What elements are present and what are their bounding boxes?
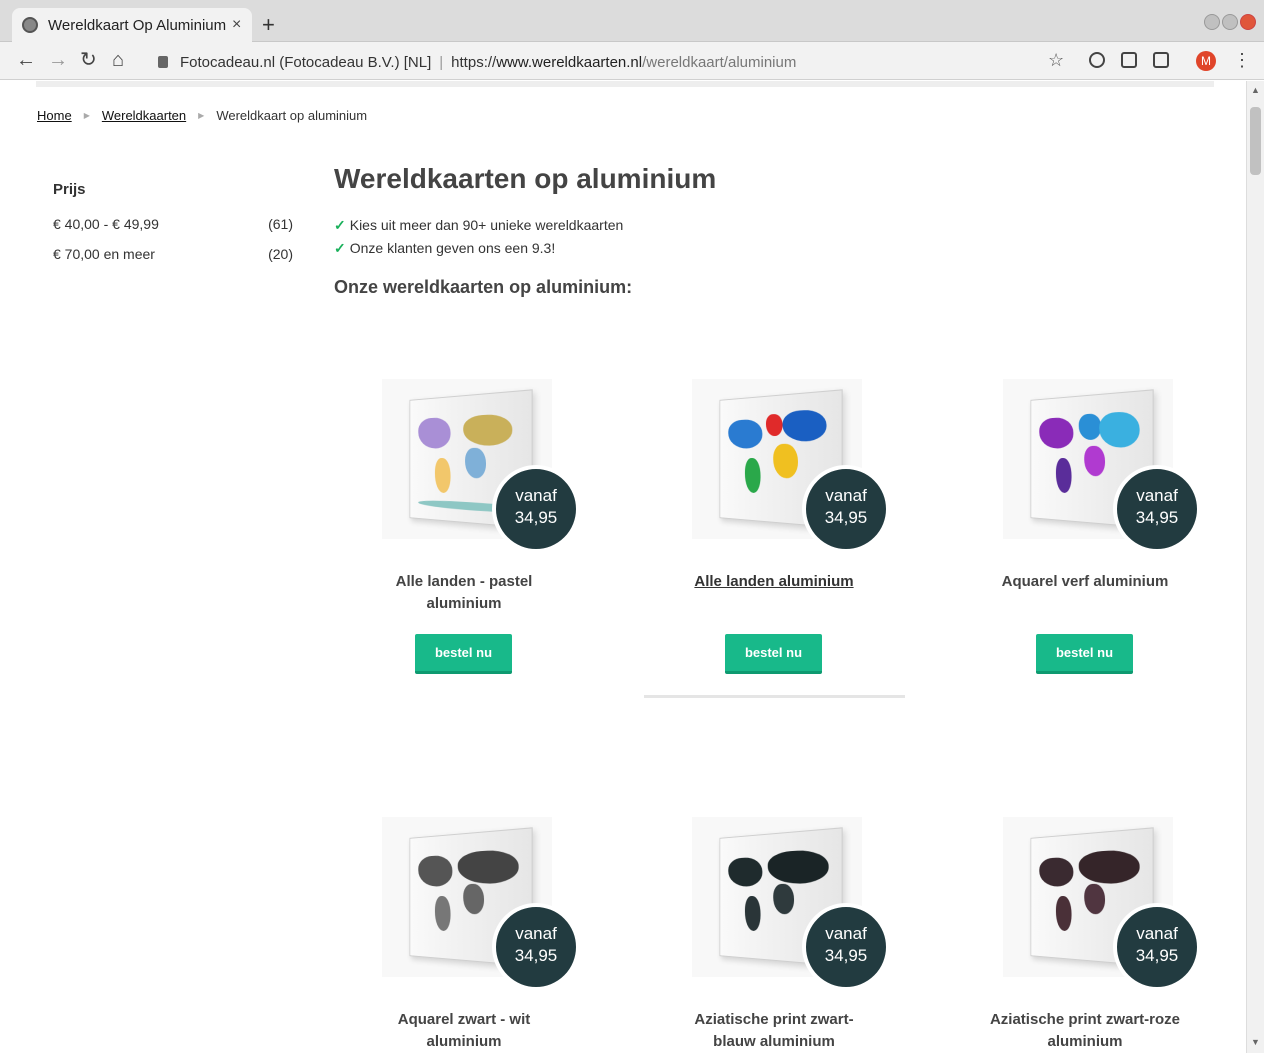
browser-tab[interactable]: Wereldkaart Op Aluminium × — [12, 8, 252, 42]
breadcrumb-home[interactable]: Home — [37, 108, 72, 123]
address-bar[interactable]: Fotocadeau.nl (Fotocadeau B.V.) [NL] | h… — [148, 48, 1078, 76]
home-button[interactable]: ⌂ — [112, 50, 124, 70]
price-from: vanaf — [1136, 924, 1178, 943]
usp-text: Onze klanten geven ons een 9.3! — [349, 240, 556, 256]
price-value: 34,95 — [1135, 508, 1179, 527]
breadcrumb-wereldkaarten[interactable]: Wereldkaarten — [102, 108, 186, 123]
filter-count: (61) — [268, 216, 293, 232]
price-value: 34,95 — [514, 508, 558, 527]
reload-button[interactable]: ↻ — [80, 50, 97, 70]
breadcrumb-arrow-icon: ▶ — [83, 111, 90, 120]
tab-title: Wereldkaart Op Aluminium — [48, 16, 226, 34]
price-from: vanaf — [825, 924, 867, 943]
usp-text: Kies uit meer dan 90+ unieke wereldkaart… — [349, 217, 624, 233]
tab-close-icon[interactable]: × — [232, 16, 241, 34]
order-button[interactable]: bestel nu — [1036, 634, 1133, 674]
price-badge: vanaf 34,95 — [1113, 465, 1201, 553]
window-close-icon[interactable] — [1240, 14, 1256, 30]
filter-label: € 70,00 en meer — [53, 246, 155, 262]
browser-toolbar: ← → ↻ ⌂ Fotocadeau.nl (Fotocadeau B.V.) … — [0, 42, 1264, 80]
card-hover-underline — [644, 695, 905, 698]
browser-menu-icon[interactable]: ⋮ — [1233, 50, 1251, 71]
price-filter-option[interactable]: € 70,00 en meer (20) — [53, 246, 293, 262]
breadcrumb-current: Wereldkaart op aluminium — [216, 108, 368, 123]
maximize-icon[interactable] — [1222, 14, 1238, 30]
back-button[interactable]: ← — [16, 50, 36, 70]
url-host: www.wereldkaarten.nl — [496, 53, 643, 71]
price-value: 34,95 — [514, 946, 558, 965]
page-title: Wereldkaarten op aluminium — [334, 163, 717, 194]
price-badge: vanaf 34,95 — [1113, 903, 1201, 991]
globe-icon — [22, 17, 38, 33]
extension-icon[interactable] — [1121, 52, 1137, 68]
profile-avatar[interactable]: M — [1196, 51, 1216, 71]
price-badge: vanaf 34,95 — [492, 903, 580, 991]
price-filter-title: Prijs — [53, 181, 86, 198]
usp-item: ✓ Kies uit meer dan 90+ unieke wereldkaar… — [334, 217, 623, 234]
filter-label: € 40,00 - € 49,99 — [53, 216, 159, 232]
page-scrollbar[interactable]: ▲ ▼ — [1246, 81, 1264, 1053]
products-subtitle: Onze wereldkaarten op aluminium: — [334, 277, 633, 297]
usp-item: ✓ Onze klanten geven ons een 9.3! — [334, 240, 555, 257]
new-tab-button[interactable]: + — [262, 12, 275, 38]
filter-count: (20) — [268, 246, 293, 262]
price-value: 34,95 — [824, 508, 868, 527]
url-prefix: https:// — [451, 53, 497, 71]
scroll-up-icon[interactable]: ▲ — [1251, 85, 1260, 95]
extension-icon[interactable] — [1089, 52, 1105, 68]
scrollbar-thumb[interactable] — [1250, 107, 1261, 175]
url-path: /wereldkaart/aluminium — [642, 53, 797, 71]
order-button[interactable]: bestel nu — [725, 634, 822, 674]
price-from: vanaf — [515, 924, 557, 943]
site-identity: Fotocadeau.nl (Fotocadeau B.V.) [NL] — [180, 53, 432, 71]
price-from: vanaf — [515, 486, 557, 505]
extension-icon[interactable] — [1153, 52, 1169, 68]
price-filter-option[interactable]: € 40,00 - € 49,99 (61) — [53, 216, 293, 232]
check-icon: ✓ — [334, 217, 346, 233]
product-name[interactable]: Alle landen aluminium — [644, 571, 904, 593]
address-separator: | — [439, 53, 444, 71]
price-value: 34,95 — [824, 946, 868, 965]
price-badge: vanaf 34,95 — [802, 903, 890, 991]
product-name[interactable]: Aquarel zwart - wit aluminium — [334, 1009, 594, 1053]
page-content: Home ▶ Wereldkaarten ▶ Wereldkaart op al… — [0, 81, 1246, 1053]
check-icon: ✓ — [334, 240, 346, 256]
minimize-icon[interactable] — [1204, 14, 1220, 30]
product-name[interactable]: Aziatische print zwart-roze aluminium — [955, 1009, 1215, 1053]
forward-button[interactable]: → — [48, 50, 68, 70]
price-badge: vanaf 34,95 — [492, 465, 580, 553]
price-from: vanaf — [825, 486, 867, 505]
price-badge: vanaf 34,95 — [802, 465, 890, 553]
product-name[interactable]: Alle landen - pastel aluminium — [334, 571, 594, 615]
header-strip — [36, 81, 1214, 87]
price-value: 34,95 — [1135, 946, 1179, 965]
price-from: vanaf — [1136, 486, 1178, 505]
lock-icon — [158, 56, 168, 68]
product-name[interactable]: Aquarel verf aluminium — [955, 571, 1215, 593]
browser-tab-bar: Wereldkaart Op Aluminium × + — [0, 0, 1264, 42]
bookmark-star-icon[interactable]: ☆ — [1048, 50, 1064, 71]
product-name[interactable]: Aziatische print zwart-blauw aluminium — [644, 1009, 904, 1053]
order-button[interactable]: bestel nu — [415, 634, 512, 674]
scroll-down-icon[interactable]: ▼ — [1251, 1037, 1260, 1047]
breadcrumb: Home ▶ Wereldkaarten ▶ Wereldkaart op al… — [37, 108, 367, 123]
breadcrumb-arrow-icon: ▶ — [198, 111, 205, 120]
